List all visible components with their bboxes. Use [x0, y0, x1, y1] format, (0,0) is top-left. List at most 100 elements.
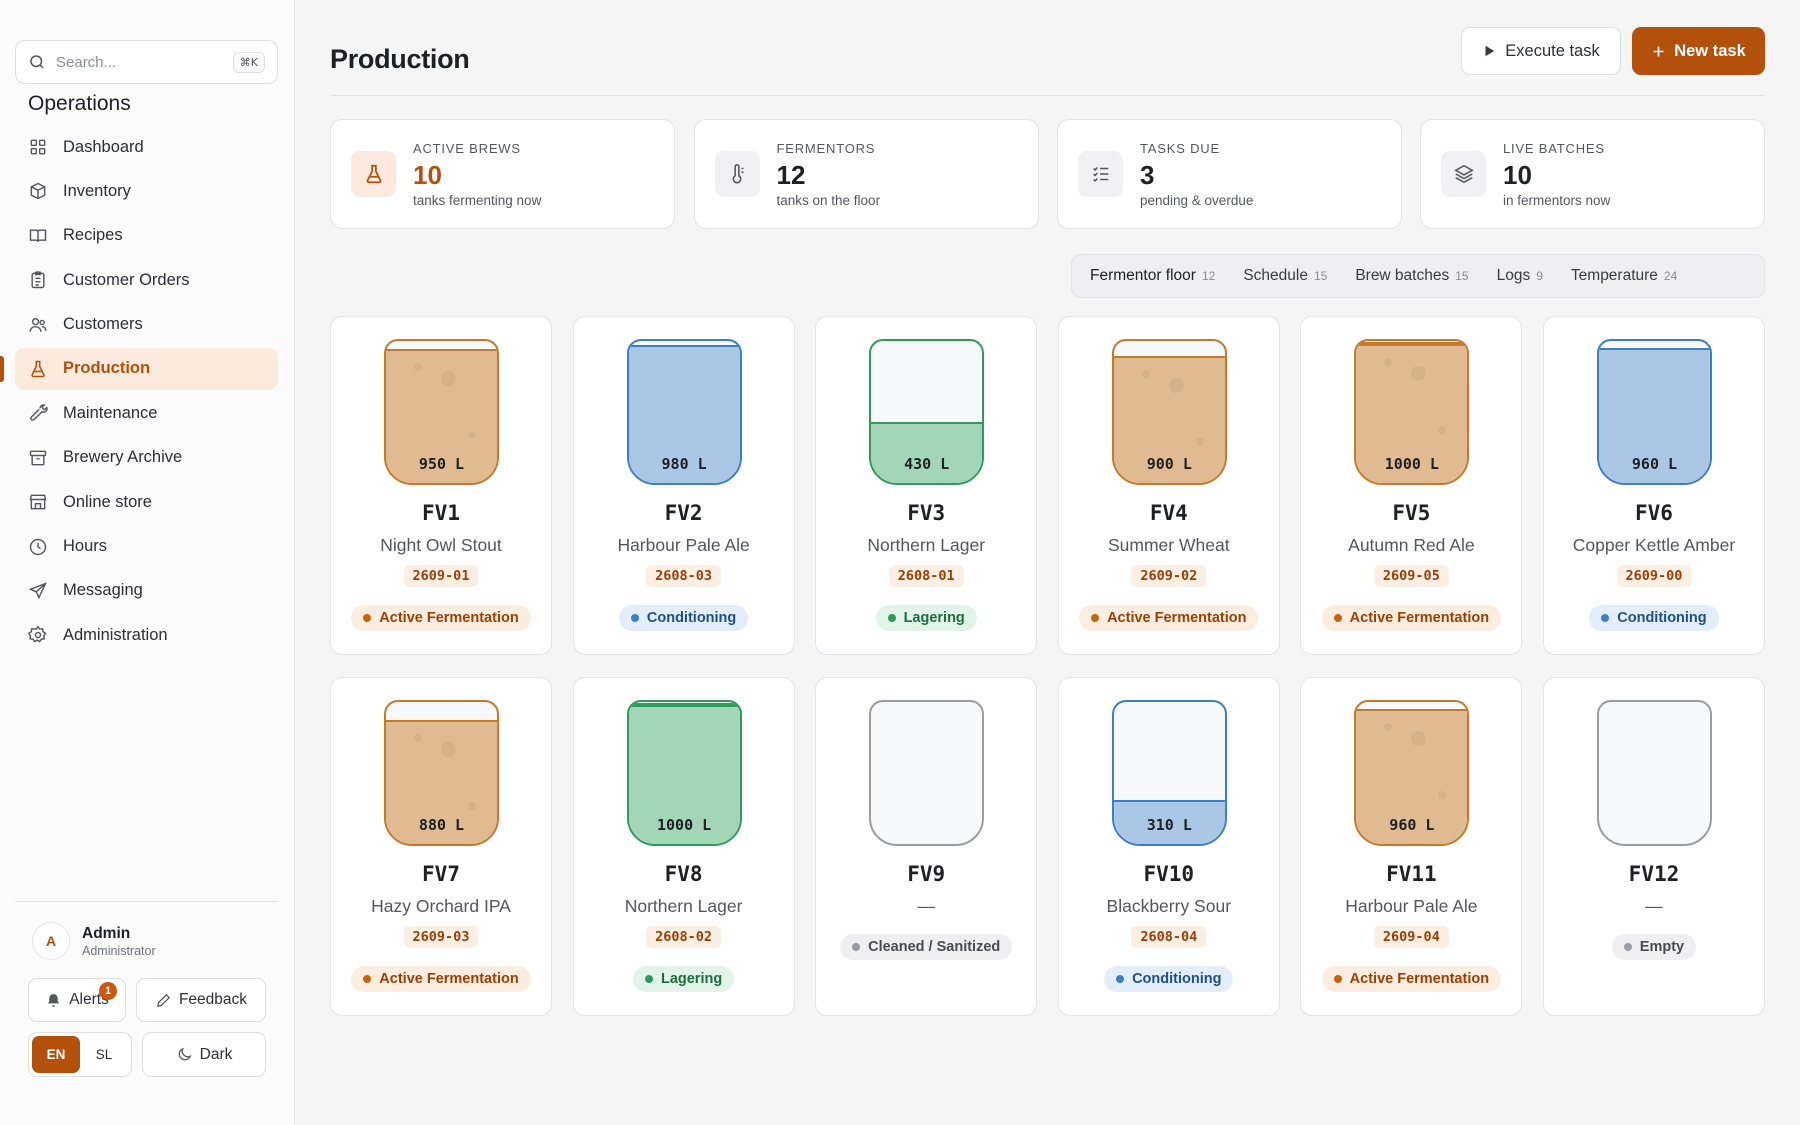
bubble [1438, 791, 1447, 799]
sidebar-item-brewery-archive[interactable]: Brewery Archive [15, 437, 278, 479]
bubble [1411, 731, 1427, 746]
execute-task-button[interactable]: Execute task [1461, 27, 1621, 75]
fermentor-card[interactable]: 310 L FV10 Blackberry Sour 2608-04 Condition… [1057, 677, 1280, 1016]
lang-en-button[interactable]: EN [32, 1036, 80, 1073]
status-badge: Active Fermentation [1321, 605, 1502, 631]
bubble [1168, 378, 1184, 393]
tab-label: Temperature [1570, 267, 1658, 284]
status-badge: Conditioning [1589, 605, 1719, 631]
status-label: Conditioning [646, 610, 737, 626]
fermentor-card[interactable]: 960 L FV6 Copper Kettle Amber 2609-00 Condit… [1542, 316, 1765, 655]
sidebar-item-administration[interactable]: Administration [15, 614, 278, 656]
sidebar-item-messaging[interactable]: Messaging [15, 570, 278, 612]
status-dot [363, 975, 372, 983]
sidebar-item-label: Inventory [63, 181, 131, 200]
status-dot [1333, 614, 1342, 622]
tank-graphic: 980 L [626, 339, 742, 485]
sidebar-item-customer-orders[interactable]: Customer Orders [15, 259, 278, 301]
tab-schedule[interactable]: Schedule 15 [1229, 258, 1341, 294]
stat-subtext: in fermentors now [1503, 193, 1611, 208]
sidebar-item-maintenance[interactable]: Maintenance [15, 392, 278, 434]
status-label: Active Fermentation [379, 971, 519, 987]
search-icon [30, 55, 44, 69]
section-title: Operations [28, 92, 131, 115]
bubble [1141, 370, 1150, 378]
stat-label: LIVE BATCHES [1503, 141, 1605, 156]
sidebar-item-recipes[interactable]: Recipes [15, 215, 278, 257]
new-task-button[interactable]: New task [1632, 27, 1765, 75]
tank-volume: 880 L [418, 816, 465, 834]
bubble [468, 431, 476, 439]
fermentor-card[interactable]: 980 L FV2 Harbour Pale Ale 2608-03 Condition… [572, 316, 795, 655]
sidebar-item-label: Administration [63, 625, 168, 644]
batch-code: 2608-03 [646, 565, 722, 587]
status-dot [1116, 975, 1125, 983]
search-input[interactable]: Search... ⌘K [15, 40, 278, 84]
tab-logs[interactable]: Logs 9 [1483, 258, 1557, 294]
stat-card-active-brews: ACTIVE BREWS 10 tanks fermenting now [330, 119, 675, 229]
tab-label: Fermentor floor [1090, 267, 1196, 284]
fermentor-card[interactable]: 1000 L FV8 Northern Lager 2608-02 Lagering [572, 677, 795, 1016]
sidebar-item-customers[interactable]: Customers [15, 304, 278, 346]
tab-fermentor-floor[interactable]: Fermentor floor 12 [1076, 258, 1229, 294]
stat-card-tasks-due: TASKS DUE 3 pending & overdue [1057, 119, 1402, 229]
beer-name: Northern Lager [867, 535, 986, 555]
sidebar-item-dashboard[interactable]: Dashboard [15, 126, 278, 168]
stat-value: 10 [1503, 160, 1532, 190]
batch-code: 2609-00 [1616, 565, 1692, 587]
sidebar-item-inventory[interactable]: Inventory [15, 170, 278, 212]
play-icon [1485, 45, 1495, 57]
fermentor-grid: 950 L FV1 Night Owl Stout 2609-01 Active Fer… [330, 316, 1765, 1016]
fermentor-card[interactable]: 950 L FV1 Night Owl Stout 2609-01 Active Fer… [330, 316, 552, 655]
status-label: Conditioning [1617, 610, 1707, 626]
status-dot [887, 614, 896, 622]
sidebar-item-hours[interactable]: Hours [15, 526, 278, 568]
language-switch: EN SL [28, 1032, 132, 1077]
bubble [441, 371, 456, 386]
tank-volume: 980 L [661, 455, 707, 473]
fermentor-card[interactable]: 960 L FV11 Harbour Pale Ale 2609-04 Active F… [1300, 677, 1523, 1016]
checklist-icon [1078, 151, 1123, 197]
fermentor-card[interactable]: 880 L FV7 Hazy Orchard IPA 2609-03 Active Fe… [330, 677, 552, 1016]
alerts-count-badge: 1 [99, 982, 117, 1000]
tank-volume: 960 L [1389, 816, 1435, 834]
status-label: Lagering [903, 610, 965, 626]
tank-volume: 430 L [904, 455, 950, 473]
batch-code: 2608-01 [888, 565, 964, 587]
stat-subtext: tanks fermenting now [413, 193, 542, 208]
fermentor-name: FV9 [907, 862, 946, 886]
fermentor-name: FV4 [1149, 501, 1188, 525]
fermentor-card[interactable]: 900 L FV4 Summer Wheat 2609-02 Active Fermen… [1057, 316, 1280, 655]
fermentor-card[interactable]: FV12 — Empty [1542, 677, 1765, 1016]
status-badge: Conditioning [618, 605, 749, 631]
user-name: Admin [82, 924, 131, 942]
alerts-button[interactable]: Alerts 1 [28, 978, 126, 1022]
tab-brew-batches[interactable]: Brew batches 15 [1341, 258, 1482, 294]
tank-graphic [869, 700, 985, 846]
status-label: Active Fermentation [1349, 610, 1490, 626]
bell-icon [48, 993, 60, 1007]
fermentor-card[interactable]: FV9 — Cleaned / Sanitized [815, 677, 1038, 1016]
sidebar-item-production[interactable]: Production [0, 347, 278, 390]
tab-label: Logs [1496, 267, 1531, 284]
fermentor-name: FV10 [1143, 862, 1195, 886]
feedback-label: Feedback [178, 991, 248, 1008]
user-profile[interactable]: A Admin Administrator [32, 922, 156, 960]
bubble [1438, 426, 1447, 434]
fermentor-name: FV3 [907, 501, 946, 525]
fermentor-card[interactable]: 430 L FV3 Northern Lager 2608-01 Lagering [815, 316, 1038, 655]
status-badge: Active Fermentation [1079, 605, 1259, 631]
status-label: Empty [1639, 939, 1685, 955]
sidebar-item-label: Hours [63, 537, 108, 556]
sidebar-item-online-store[interactable]: Online store [15, 481, 278, 523]
dark-mode-button[interactable]: Dark [142, 1032, 266, 1077]
layers-icon [1441, 151, 1486, 197]
sidebar-nav: Dashboard Inventory Recipes Customer Ord… [0, 126, 278, 659]
tank-liquid-level [871, 422, 983, 483]
sidebar-item-label: Customers [63, 315, 143, 334]
lang-sl-button[interactable]: SL [80, 1036, 128, 1073]
fermentor-card[interactable]: 1000 L FV5 Autumn Red Ale 2609-05 Active Fer… [1300, 316, 1523, 655]
feedback-button[interactable]: Feedback [136, 978, 266, 1022]
stat-label: ACTIVE BREWS [413, 141, 521, 156]
tab-temperature[interactable]: Temperature 24 [1557, 258, 1691, 294]
